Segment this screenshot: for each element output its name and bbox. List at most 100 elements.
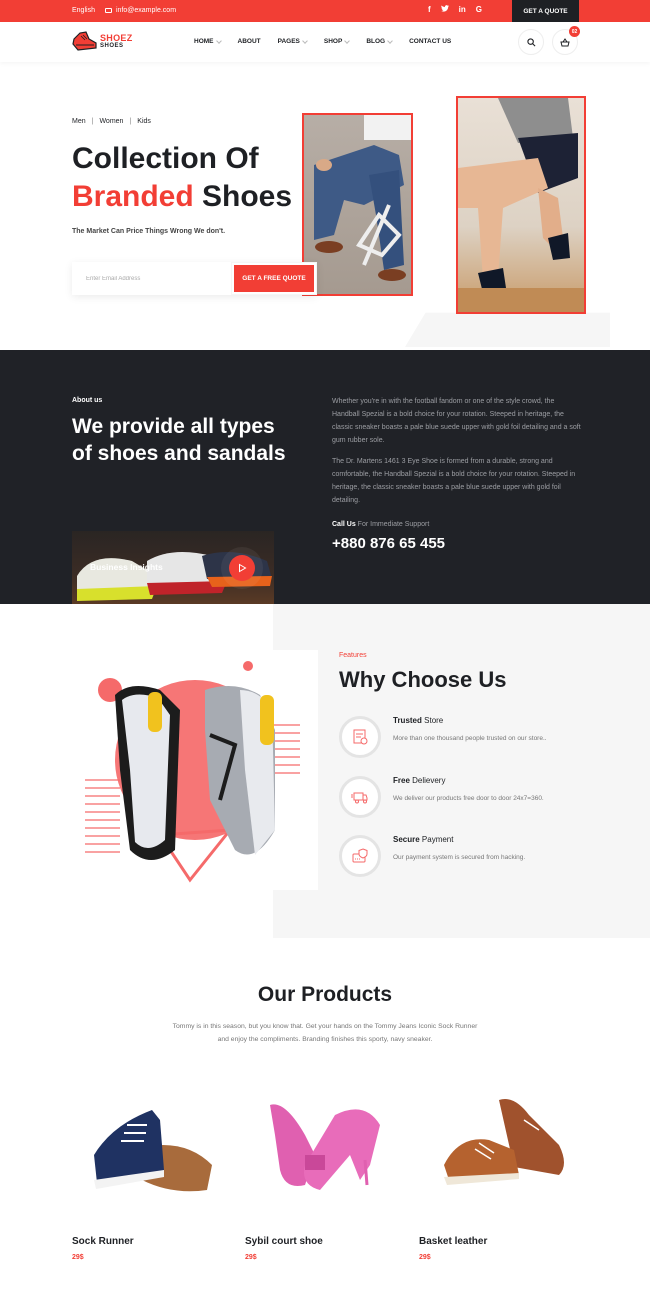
chevron-down-icon — [387, 37, 393, 44]
facebook-icon[interactable]: f — [428, 5, 431, 14]
category-separator: | — [91, 118, 94, 125]
chevron-down-icon — [344, 37, 351, 44]
hero-title-line1: Collection Of — [72, 142, 259, 175]
feature-title-rest: Delievery — [409, 776, 446, 785]
secure-card-icon — [339, 835, 381, 877]
menu-label: ABOUT — [237, 38, 261, 45]
mail-icon — [105, 8, 112, 13]
delivery-truck-icon — [339, 776, 381, 818]
call-us-rest: For Immediate Support — [355, 521, 430, 528]
call-us-bold: Call Us — [332, 521, 356, 528]
why-choose-image-panel — [60, 650, 318, 890]
search-icon — [526, 37, 535, 46]
logo-subtitle: SHOES — [100, 42, 124, 49]
chevron-down-icon — [215, 37, 222, 44]
product-price: 29$ — [72, 1254, 84, 1261]
about-paragraph-1: Whether you're in with the football fand… — [332, 398, 581, 444]
category-separator: | — [129, 118, 132, 125]
product-image-court-shoe — [270, 1104, 380, 1190]
feature-title: Secure Payment — [393, 835, 453, 844]
email-link[interactable]: info@example.com — [105, 7, 176, 14]
logo[interactable]: SHOEZ SHOES — [72, 30, 133, 52]
shoe-logo-icon — [72, 31, 97, 51]
feature-title: Free Delievery — [393, 776, 445, 785]
menu-label: SHOP — [323, 38, 343, 45]
feature-title-bold: Secure — [393, 835, 420, 844]
hero-title: Collection Of Branded Shoes — [72, 140, 292, 216]
running-shoes-image — [85, 661, 300, 883]
search-button[interactable] — [518, 29, 544, 55]
email-subscribe-form: GET A FREE QUOTE — [72, 262, 317, 295]
feature-title: Trusted Store — [393, 716, 443, 725]
about-paragraph-2: The Dr. Martens 1461 3 Eye Shoe is forme… — [332, 458, 576, 504]
top-bar: English info@example.com f in G GET A QU… — [0, 0, 650, 22]
product-price: 29$ — [419, 1254, 431, 1261]
product-name[interactable]: Sock Runner — [72, 1236, 134, 1247]
business-insights-video[interactable]: Business Insights — [72, 531, 274, 604]
hero-categories: Men | Women | Kids — [72, 118, 151, 125]
product-image-basket-leather — [444, 1099, 564, 1185]
phone-number[interactable]: +880 876 65 455 — [332, 535, 445, 552]
category-kids[interactable]: Kids — [137, 118, 151, 125]
menu-label: HOME — [194, 38, 214, 45]
feature-title-rest: Store — [421, 716, 444, 725]
man-sitting-image — [314, 115, 411, 281]
hero-subtitle: The Market Can Price Things Wrong We don… — [72, 228, 226, 235]
google-icon[interactable]: G — [476, 5, 482, 14]
chevron-down-icon — [302, 37, 308, 44]
menu-item-pages[interactable]: PAGES — [277, 37, 308, 45]
product-price: 29$ — [245, 1254, 257, 1261]
linkedin-icon[interactable]: in — [459, 5, 466, 14]
about-label: About us — [72, 397, 103, 404]
category-women[interactable]: Women — [99, 118, 123, 125]
email-input[interactable] — [72, 262, 232, 295]
feature-description: Our payment system is secured from hacki… — [393, 854, 526, 861]
cart-count-badge: 02 — [569, 26, 580, 37]
play-button[interactable] — [229, 555, 255, 581]
basket-icon — [560, 37, 570, 46]
main-navigation: SHOEZ SHOES HOME ABOUT PAGES SHOP BLOG C… — [0, 22, 650, 62]
menu: HOME ABOUT PAGES SHOP BLOG CONTACT US — [194, 37, 468, 45]
woman-heels-image — [458, 98, 584, 312]
menu-label: PAGES — [277, 38, 300, 45]
menu-item-home[interactable]: HOME — [194, 37, 222, 45]
social-links: f in G — [428, 5, 482, 14]
menu-item-about[interactable]: ABOUT — [238, 38, 261, 45]
about-title: We provide all types of shoes and sandal… — [72, 415, 286, 465]
feature-description: More than one thousand people trusted on… — [393, 735, 547, 742]
feature-title-rest: Payment — [419, 835, 454, 844]
why-choose-title: Why Choose Us — [339, 667, 507, 692]
twitter-icon[interactable] — [440, 5, 449, 14]
call-us-label: Call Us For Immediate Support — [332, 521, 429, 528]
menu-label: CONTACT US — [409, 38, 452, 45]
category-men[interactable]: Men — [72, 118, 86, 125]
features-label: Features — [339, 652, 367, 659]
play-icon — [239, 563, 247, 573]
email-text: info@example.com — [116, 7, 177, 14]
menu-item-blog[interactable]: BLOG — [366, 37, 393, 45]
why-choose-background — [273, 604, 650, 938]
certificate-icon — [339, 716, 381, 758]
menu-label: BLOG — [366, 38, 386, 45]
hero-title-highlight: Branded — [72, 180, 194, 213]
product-name[interactable]: Basket leather — [419, 1236, 487, 1247]
language-selector[interactable]: English — [72, 7, 95, 14]
feature-title-bold: Free — [393, 776, 410, 785]
feature-description: We deliver our products free door to doo… — [393, 795, 544, 802]
logo-title: SHOEZ — [100, 32, 133, 43]
hero-image-women — [456, 96, 586, 314]
video-label: Business Insights — [90, 562, 163, 572]
products-subtitle: Tommy is in this season, but you know th… — [172, 1023, 478, 1043]
products-title: Our Products — [257, 983, 393, 1006]
feature-title-bold: Trusted — [393, 716, 422, 725]
cart-button[interactable]: 02 — [552, 26, 580, 55]
product-name[interactable]: Sybil court shoe — [245, 1236, 323, 1247]
get-quote-button[interactable]: GET A QUOTE — [512, 0, 579, 22]
menu-item-shop[interactable]: SHOP — [323, 37, 351, 45]
hero-image-men — [302, 113, 413, 296]
product-image-sock-runner — [94, 1110, 212, 1192]
hero-title-rest: Shoes — [193, 180, 293, 213]
menu-item-contact[interactable]: CONTACT US — [409, 38, 451, 45]
about-section: About us We provide all types of shoes a… — [0, 350, 650, 604]
get-free-quote-button[interactable]: GET A FREE QUOTE — [232, 263, 316, 294]
